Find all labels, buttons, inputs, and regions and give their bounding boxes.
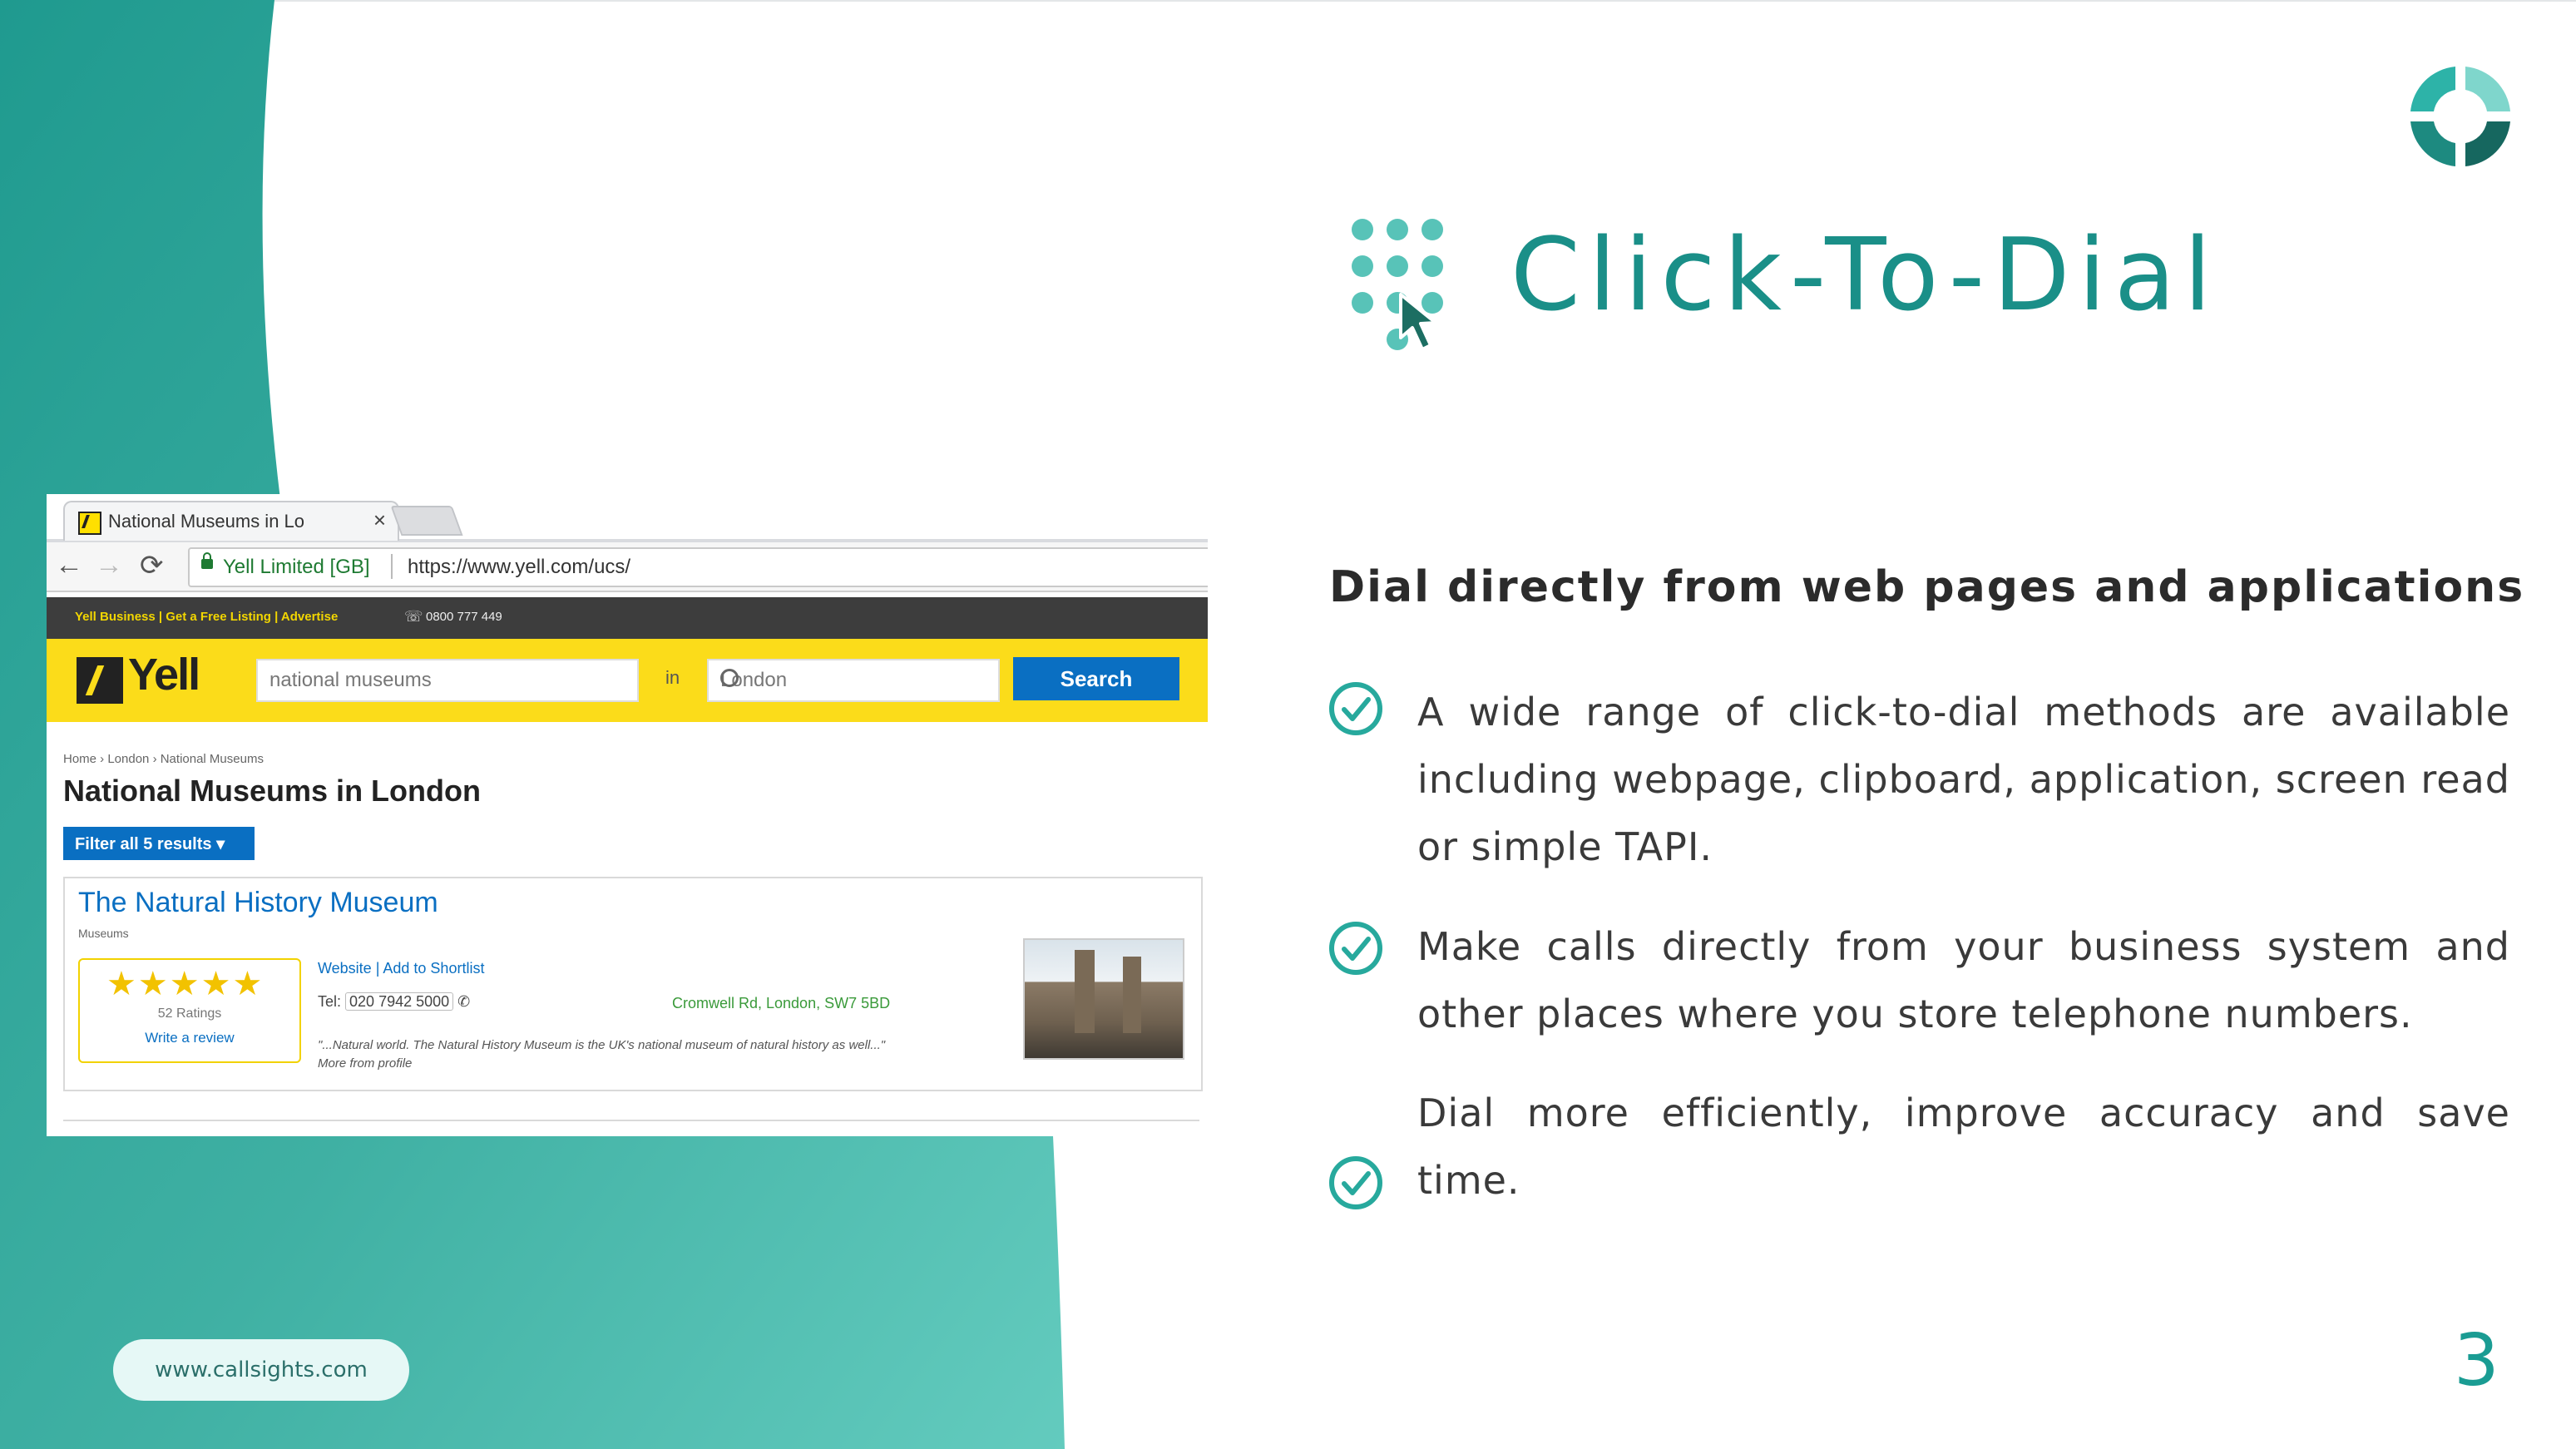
result-card: The Natural History Museum Museums ★★★★★… [63, 877, 1203, 1091]
check-circle-icon [1329, 682, 1382, 735]
url-divider [391, 554, 393, 579]
bullet-text-1: A wide range of click-to-dial methods ar… [1417, 690, 2510, 869]
search-where-input[interactable]: London [707, 659, 1000, 702]
rating-box: ★★★★★ 52 Ratings Write a review [78, 958, 301, 1063]
telephone-row: Tel: 020 7942 5000 ✆ [318, 992, 470, 1011]
check-circle-icon [1329, 922, 1382, 975]
next-result-card [63, 1120, 1199, 1136]
slide: National Museums in Lo × ← → ⟳ Yell Limi… [0, 0, 2576, 1449]
bullet-text-3: Dial more efficiently, improve accuracy … [1417, 1090, 2510, 1203]
url-text: https://www.yell.com/ucs/ [408, 556, 631, 578]
bullet-text-2: Make calls directly from your business s… [1417, 924, 2510, 1036]
locate-icon[interactable] [720, 669, 739, 687]
quote-text: "...Natural world. The Natural History M… [318, 1038, 886, 1052]
browser-tab-bar: National Museums in Lo × [47, 494, 1208, 542]
star-rating-icon: ★★★★★ [106, 966, 265, 1002]
more-from-profile-link[interactable]: More from profile [318, 1055, 983, 1073]
result-quote: "...Natural world. The Natural History M… [318, 1036, 983, 1073]
museum-photo[interactable] [1023, 938, 1184, 1060]
dialpad-icon [1352, 219, 1443, 351]
search-what-value: national museums [269, 669, 432, 691]
callsights-logo-icon [2410, 67, 2510, 166]
filter-results-button[interactable]: Filter all 5 results ▾ [63, 827, 255, 860]
photo-tower [1075, 950, 1095, 1033]
yell-top-bar: Yell Business | Get a Free Listing | Adv… [47, 597, 1208, 639]
browser-screenshot: National Museums in Lo × ← → ⟳ Yell Limi… [47, 494, 1208, 1136]
tab-title: National Museums in Lo [108, 511, 305, 532]
photo-tower [1123, 957, 1141, 1033]
new-tab-button[interactable] [390, 506, 463, 536]
slide-subtitle: Dial directly from web pages and applica… [1329, 562, 2525, 612]
yell-logo-icon [77, 657, 123, 704]
phone-icon: ☏ [404, 608, 423, 625]
close-tab-icon[interactable]: × [373, 507, 386, 533]
result-name-link[interactable]: The Natural History Museum [78, 887, 438, 919]
yell-search-bar: Yell national museums in London Search [47, 639, 1208, 722]
breadcrumb[interactable]: Home › London › National Museums [63, 752, 264, 766]
search-button[interactable]: Search [1013, 657, 1179, 700]
search-what-input[interactable]: national museums [256, 659, 639, 702]
check-circle-icon [1329, 1156, 1382, 1209]
top-links[interactable]: Yell Business | Get a Free Listing | Adv… [75, 610, 338, 624]
yell-logo-text[interactable]: Yell [128, 649, 200, 700]
click-to-dial-number[interactable]: 020 7942 5000 [345, 992, 454, 1011]
top-phone-number[interactable]: 0800 777 449 [426, 610, 502, 624]
result-links[interactable]: Website | Add to Shortlist [318, 960, 484, 977]
results-heading: National Museums in London [63, 774, 481, 808]
page-number: 3 [2454, 1319, 2499, 1402]
back-icon[interactable]: ← [55, 549, 83, 581]
reload-icon[interactable]: ⟳ [140, 549, 164, 582]
browser-tab[interactable]: National Museums in Lo × [63, 501, 399, 541]
tel-label: Tel: [318, 993, 342, 1010]
website-link[interactable]: www.callsights.com [113, 1339, 409, 1401]
forward-icon[interactable]: → [95, 549, 123, 581]
phone-handset-icon[interactable]: ✆ [457, 993, 470, 1010]
site-identity: Yell Limited [GB] [223, 556, 370, 578]
result-category: Museums [78, 927, 129, 940]
write-review-link[interactable]: Write a review [80, 1030, 299, 1046]
address-bar: ← → ⟳ Yell Limited [GB] https://www.yell… [47, 542, 1208, 592]
url-field[interactable]: Yell Limited [GB] https://www.yell.com/u… [188, 547, 1208, 587]
slide-title: Click-To-Dial [1510, 218, 2220, 334]
result-address[interactable]: Cromwell Rd, London, SW7 5BD [672, 995, 890, 1012]
ratings-count: 52 Ratings [157, 1006, 222, 1021]
in-label: in [665, 667, 680, 688]
lock-icon [201, 552, 213, 569]
yell-favicon-icon [78, 512, 101, 535]
